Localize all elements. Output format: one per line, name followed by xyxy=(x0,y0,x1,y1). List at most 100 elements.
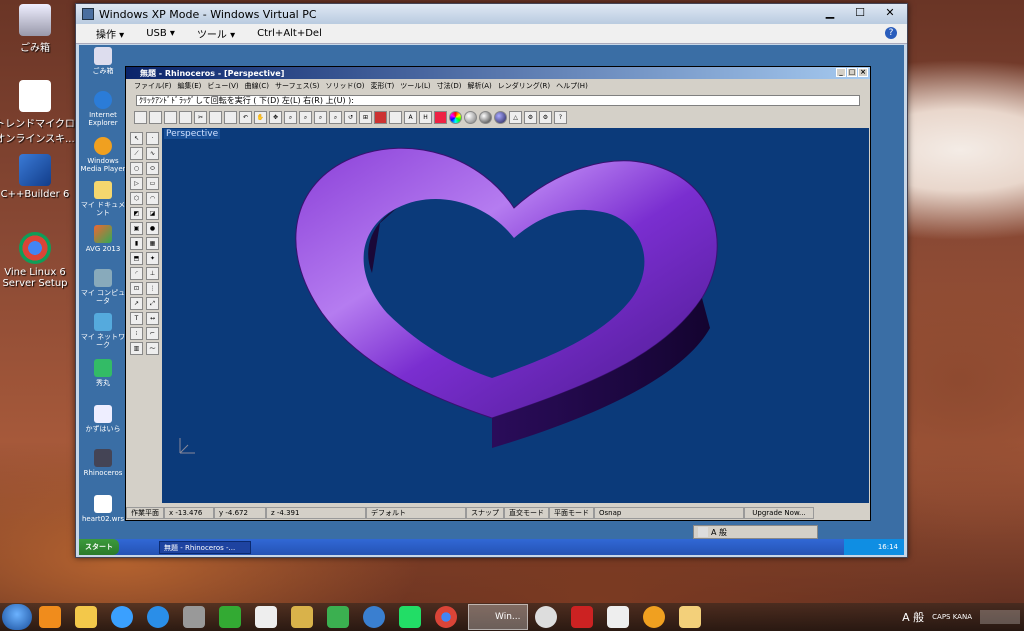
planar-toggle[interactable]: 平面モード xyxy=(549,507,594,519)
wsus-icon[interactable] xyxy=(535,606,557,628)
vpc-task-button[interactable]: Win... xyxy=(468,604,528,630)
select-icon[interactable]: ↖ xyxy=(130,132,143,145)
rhino-minimize-button[interactable]: _ xyxy=(836,68,846,77)
array-icon[interactable]: ⋮ xyxy=(146,282,159,295)
arc-icon[interactable]: ◠ xyxy=(146,192,159,205)
cut-icon[interactable]: ✂ xyxy=(194,110,207,124)
guest-kazuhira[interactable]: かずはいら xyxy=(79,405,127,433)
text-icon[interactable]: T xyxy=(130,312,143,325)
boolean-icon[interactable]: ✦ xyxy=(146,252,159,265)
rhino-menu-file[interactable]: ファイル(F) xyxy=(134,81,172,91)
options-icon[interactable]: ⚙ xyxy=(524,110,537,124)
light-icon[interactable]: △ xyxy=(509,110,522,124)
ie-icon[interactable] xyxy=(147,606,169,628)
ellipse-icon[interactable]: ⬭ xyxy=(146,162,159,175)
help-icon[interactable]: ? xyxy=(554,110,567,124)
guest-internet-explorer[interactable]: Internet Explorer xyxy=(79,91,127,127)
upgrade-button[interactable]: Upgrade Now... xyxy=(744,507,814,519)
vpc-titlebar[interactable]: Windows XP Mode - Windows Virtual PC ▁ ☐… xyxy=(76,4,907,24)
calculator-icon[interactable] xyxy=(255,606,277,628)
triangle-icon[interactable]: ▷ xyxy=(130,177,143,190)
media-icon[interactable] xyxy=(39,606,61,628)
zoom-selected-icon[interactable]: ⌕ xyxy=(329,110,342,124)
guest-avg[interactable]: AVG 2013 xyxy=(79,225,127,253)
vine-linux-desktop-icon[interactable]: Vine Linux 6 Server Setup xyxy=(0,232,75,289)
image-icon[interactable]: ▥ xyxy=(130,342,143,355)
guest-my-documents[interactable]: マイ ドキュメント xyxy=(79,181,127,217)
save-icon[interactable] xyxy=(164,110,177,124)
rhino-menu-surface[interactable]: サーフェス(S) xyxy=(275,81,320,91)
properties-icon[interactable]: ⚙ xyxy=(539,110,552,124)
ime-mode[interactable]: A 般 xyxy=(711,527,727,538)
print-icon[interactable] xyxy=(179,110,192,124)
guest-media-player[interactable]: Windows Media Player xyxy=(79,137,127,173)
perspective-viewport[interactable]: Perspective xyxy=(162,128,869,503)
rhino-taskbar-icon[interactable] xyxy=(183,606,205,628)
recycle-bin-desktop-icon[interactable]: ごみ箱 xyxy=(0,4,75,54)
thunderbird-icon[interactable] xyxy=(363,606,385,628)
rhino-menu-render[interactable]: レンダリング(R) xyxy=(498,81,550,91)
polygon-icon[interactable]: ⬡ xyxy=(130,192,143,205)
rhino-menu-edit[interactable]: 編集(E) xyxy=(178,81,202,91)
menu-usb[interactable]: USB ▾ xyxy=(146,28,175,39)
rhino-menu-solid[interactable]: ソリッド(O) xyxy=(326,81,365,91)
layer-pane[interactable]: デフォルト xyxy=(366,507,466,519)
upload-icon[interactable] xyxy=(111,606,133,628)
copy-icon[interactable] xyxy=(209,110,222,124)
polyline-icon[interactable]: ⟋ xyxy=(130,147,143,160)
group-icon[interactable]: ⊡ xyxy=(130,282,143,295)
point-icon[interactable]: · xyxy=(146,132,159,145)
camera-icon[interactable] xyxy=(327,606,349,628)
zoom-icon[interactable]: ⌕ xyxy=(284,110,297,124)
hide-icon[interactable] xyxy=(389,110,402,124)
windows-start-button[interactable] xyxy=(2,604,32,630)
yahoo-icon[interactable] xyxy=(571,606,593,628)
guest-rhinoceros[interactable]: Rhinoceros xyxy=(79,449,127,477)
trend-micro-desktop-icon[interactable]: トレンドマイクロ オンラインスキ... xyxy=(0,80,75,145)
undo-icon[interactable]: ↶ xyxy=(239,110,252,124)
loft-icon[interactable]: ◪ xyxy=(146,207,159,220)
rhino-menu-analyze[interactable]: 解析(A) xyxy=(467,81,491,91)
help-icon[interactable]: ? xyxy=(885,27,897,39)
hide-objects-icon[interactable]: H xyxy=(419,110,432,124)
paste-icon[interactable] xyxy=(224,110,237,124)
new-file-icon[interactable] xyxy=(134,110,147,124)
open-file-icon[interactable] xyxy=(149,110,162,124)
menu-action[interactable]: 操作 ▾ xyxy=(96,26,124,41)
maximize-button[interactable]: ☐ xyxy=(849,6,871,19)
scale-icon[interactable]: ⤢ xyxy=(146,297,159,310)
rhino-menu-curve[interactable]: 曲線(C) xyxy=(245,81,269,91)
osnap-toggle[interactable]: Osnap xyxy=(594,507,744,519)
render-sphere-icon[interactable] xyxy=(494,110,507,124)
guest-heart-file[interactable]: heart02.wrs xyxy=(79,495,127,523)
rhino-menu-dimension[interactable]: 寸法(D) xyxy=(437,81,462,91)
block-icon[interactable]: ⌐ xyxy=(146,327,159,340)
rhino-menu-tools[interactable]: ツール(L) xyxy=(400,81,430,91)
circle-icon[interactable]: ○ xyxy=(130,162,143,175)
notes-icon[interactable] xyxy=(291,606,313,628)
ortho-toggle[interactable]: 直交モード xyxy=(504,507,549,519)
trim-icon[interactable]: ⊥ xyxy=(146,267,159,280)
rhino-menu-transform[interactable]: 変形(T) xyxy=(371,81,395,91)
cpp-builder-desktop-icon[interactable]: C++Builder 6 xyxy=(0,154,75,200)
ime-status[interactable]: A 般 xyxy=(902,609,924,625)
guest-task-rhino[interactable]: 無題 - Rhinoceros -... xyxy=(159,540,251,554)
language-bar[interactable]: A 般 xyxy=(693,525,818,539)
rotate-view-icon[interactable]: ✥ xyxy=(269,110,282,124)
grid-icon[interactable]: ⁝ xyxy=(130,327,143,340)
menu-ctrl-alt-del[interactable]: Ctrl+Alt+Del xyxy=(257,28,322,39)
dimension-icon[interactable]: ↔ xyxy=(146,312,159,325)
sphere-icon[interactable]: ● xyxy=(146,222,159,235)
move-icon[interactable]: ↗ xyxy=(130,297,143,310)
cylinder-icon[interactable]: ▮ xyxy=(130,237,143,250)
menu-tools[interactable]: ツール ▾ xyxy=(197,26,235,41)
tray-icons[interactable] xyxy=(980,610,1020,624)
guest-my-computer[interactable]: マイ コンピュータ xyxy=(79,269,127,305)
color-wheel-icon[interactable] xyxy=(449,110,462,124)
close-button[interactable]: ✕ xyxy=(879,6,901,19)
car-icon[interactable] xyxy=(374,110,387,124)
guest-start-button[interactable]: スタート xyxy=(79,539,119,555)
shaded-sphere-icon[interactable] xyxy=(464,110,477,124)
four-views-icon[interactable]: ⊞ xyxy=(359,110,372,124)
explorer-icon[interactable] xyxy=(75,606,97,628)
